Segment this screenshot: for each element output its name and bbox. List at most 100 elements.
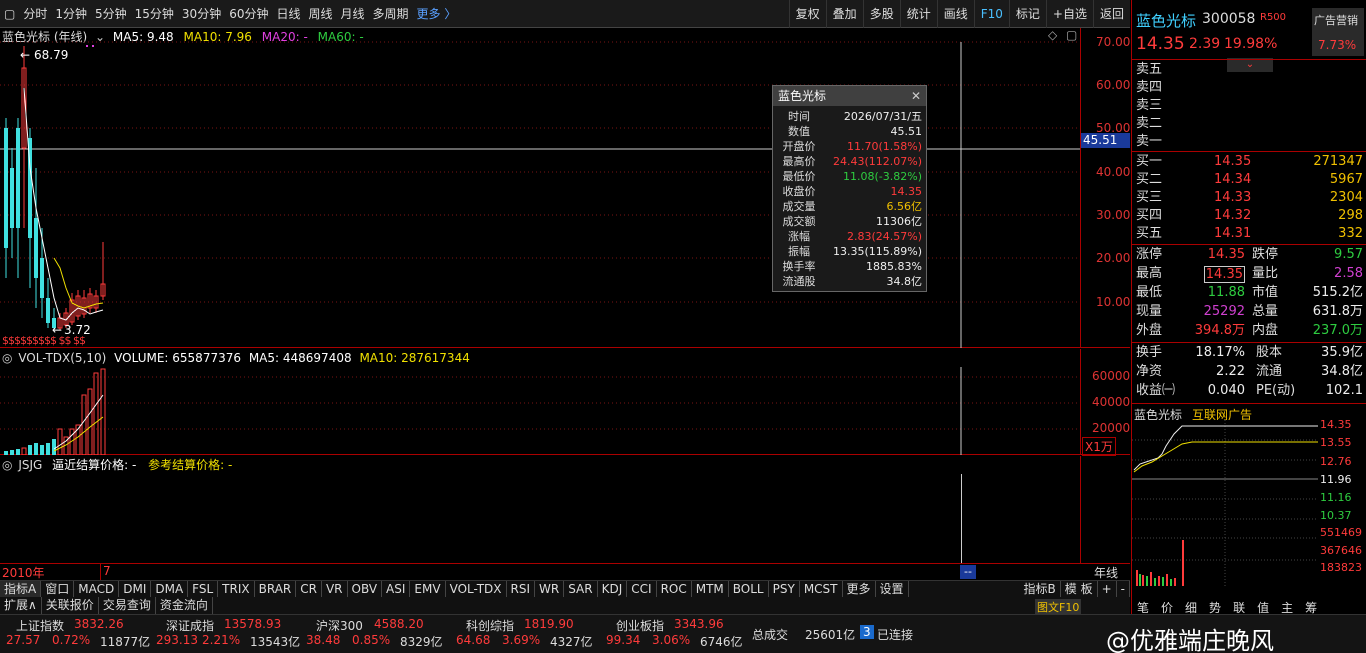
multi-stock-button[interactable]: 多股	[862, 0, 900, 28]
mini-vol-tick: 183823	[1320, 561, 1362, 574]
indicator-tab[interactable]: MCST	[800, 581, 843, 597]
y-tick: 30.00	[1096, 208, 1131, 222]
period-tab[interactable]: 分时	[19, 0, 51, 28]
indicator-tab[interactable]: 指标A	[0, 581, 42, 597]
stock-name: 蓝色光标	[1136, 12, 1197, 30]
jsjg-recent: 逼近结算价格: -	[52, 458, 137, 472]
stat-key: 量比	[1252, 266, 1279, 281]
stat-key: 外盘	[1136, 323, 1163, 338]
f10-button[interactable]: F10	[973, 0, 1009, 28]
indicator-tab[interactable]: ROC	[657, 581, 692, 597]
connection-status[interactable]: 已连接	[877, 626, 913, 643]
index-name[interactable]: 沪深300	[316, 617, 363, 634]
extension-tab[interactable]: 资金流向	[156, 597, 213, 614]
detail-tab[interactable]: 笔	[1131, 599, 1155, 616]
buy-level[interactable]: 买四 14.32 298	[1136, 207, 1363, 225]
detail-tab[interactable]: 联	[1227, 599, 1251, 616]
buy-level[interactable]: 买三 14.33 2304	[1136, 189, 1363, 207]
sell-level[interactable]: 卖二	[1136, 115, 1363, 133]
indicator-tab-right[interactable]: 指标B	[1020, 581, 1061, 597]
jsjg-label[interactable]: JSJG	[18, 458, 42, 472]
tooltip-row: 数值 45.51	[773, 124, 926, 139]
sector-badge[interactable]: 广告营销 7.73%	[1312, 8, 1364, 56]
y-tick: 60.00	[1096, 78, 1131, 92]
index-name[interactable]: 创业板指	[616, 617, 664, 634]
detail-tab[interactable]: 筹	[1299, 599, 1323, 616]
buy-level[interactable]: 买二 14.34 5967	[1136, 171, 1363, 189]
f10-tab[interactable]: 图文F10	[1035, 599, 1082, 615]
buy-level[interactable]: 买一 14.35 271347	[1136, 153, 1363, 171]
period-tab[interactable]: 5分钟	[91, 0, 131, 28]
indicator-tab[interactable]: BOLL	[729, 581, 769, 597]
volume-chart[interactable]: ◎ VOL-TDX(5,10) VOLUME: 655877376 MA5: 4…	[0, 349, 1130, 456]
detail-tab[interactable]: 值	[1251, 599, 1275, 616]
period-tab[interactable]: 30分钟	[178, 0, 225, 28]
period-tab[interactable]: 15分钟	[131, 0, 178, 28]
indicator-tab[interactable]: FSL	[188, 581, 219, 597]
stats-button[interactable]: 统计	[899, 0, 937, 28]
tooltip-row: 开盘价 11.70(1.58%)	[773, 139, 926, 154]
buy-level[interactable]: 买五 14.31 332	[1136, 225, 1363, 243]
period-tab[interactable]: 周线	[305, 0, 337, 28]
indicator-tab[interactable]: BRAR	[255, 581, 297, 597]
stat-row: 最高 14.35 量比 2.58	[1136, 265, 1363, 283]
indicator-tab[interactable]: ASI	[382, 581, 411, 597]
detail-tab[interactable]: 细	[1179, 599, 1203, 616]
indicator-tab[interactable]: DMA	[151, 581, 189, 597]
detail-tab[interactable]: 势	[1203, 599, 1227, 616]
extension-tab[interactable]: 关联报价	[42, 597, 99, 614]
buy-volume: 271347	[1313, 154, 1363, 169]
indicator-tab-right[interactable]: -	[1117, 581, 1130, 597]
indicator-tab[interactable]: MTM	[692, 581, 729, 597]
indicator-tab[interactable]: VR	[322, 581, 348, 597]
indicator-tab[interactable]: WR	[535, 581, 565, 597]
sell-level[interactable]: 卖五	[1136, 61, 1363, 79]
period-tab[interactable]: 1分钟	[51, 0, 91, 28]
draw-button[interactable]: 画线	[936, 0, 974, 28]
indicator-tab[interactable]: DMI	[119, 581, 152, 597]
detail-tab[interactable]: 价	[1155, 599, 1179, 616]
indicator-tab[interactable]: PSY	[769, 581, 800, 597]
sell-level[interactable]: 卖三	[1136, 97, 1363, 115]
adjust-button[interactable]: 复权	[788, 0, 826, 28]
indicator-tab-right[interactable]: +	[1098, 581, 1117, 597]
index-value: 1819.90	[524, 617, 574, 631]
indicator-tab[interactable]: 更多	[843, 581, 876, 597]
indicator-tab[interactable]: 窗口	[41, 581, 75, 597]
indicator-tab[interactable]: CCI	[627, 581, 657, 597]
mark-button[interactable]: 标记	[1008, 0, 1046, 28]
back-button[interactable]: 返回	[1092, 0, 1130, 28]
period-tab[interactable]: 月线	[337, 0, 369, 28]
period-tab[interactable]: 多周期	[369, 0, 413, 28]
overlay-button[interactable]: 叠加	[825, 0, 863, 28]
sell-level[interactable]: 卖四	[1136, 79, 1363, 97]
indicator-tab[interactable]: EMV	[410, 581, 446, 597]
index-name[interactable]: 深证成指	[166, 617, 214, 634]
sell-level[interactable]: 卖一	[1136, 133, 1363, 151]
indicator-tab[interactable]: KDJ	[598, 581, 628, 597]
indicator-tab[interactable]: SAR	[564, 581, 598, 597]
window-icon[interactable]: ▢	[0, 0, 19, 28]
indicator-tab[interactable]: OBV	[348, 581, 383, 597]
indicator-tab[interactable]: CR	[296, 581, 322, 597]
indicator-tab[interactable]: TRIX	[218, 581, 255, 597]
period-tab[interactable]: 日线	[272, 0, 304, 28]
index-name[interactable]: 科创综指	[466, 617, 514, 634]
detail-tab[interactable]: 主	[1275, 599, 1299, 616]
close-icon[interactable]: ✕	[911, 86, 921, 106]
extension-tab[interactable]: 扩展∧	[0, 597, 42, 614]
indicator-tab-right[interactable]: 模 板	[1061, 581, 1098, 597]
candlestick-chart[interactable]: 蓝色光标 (年线) ⌄ MA5: 9.48 MA10: 7.96 MA20: -…	[0, 28, 1130, 348]
intraday-mini-chart[interactable]: 蓝色光标 互联网广告 14.35 13.55 12.76 11.96 11.16…	[1132, 404, 1366, 614]
indicator-tab[interactable]: MACD	[74, 581, 120, 597]
indicator-tab[interactable]: 设置	[876, 581, 909, 597]
add-watchlist-button[interactable]: +自选	[1045, 0, 1093, 28]
period-tab[interactable]: 60分钟	[225, 0, 272, 28]
indicator-tab[interactable]: VOL-TDX	[446, 581, 507, 597]
index-name[interactable]: 上证指数	[16, 617, 64, 634]
indicator-tab[interactable]: RSI	[507, 581, 536, 597]
extension-tab[interactable]: 交易查询	[99, 597, 156, 614]
jsjg-indicator[interactable]: ◎ JSJG 逼近结算价格: - 参考结算价格: -	[0, 456, 1130, 564]
more-periods-button[interactable]: 更多 〉	[413, 0, 461, 28]
sell-orders: 卖五 卖四 卖三 卖二 卖一	[1132, 61, 1366, 151]
